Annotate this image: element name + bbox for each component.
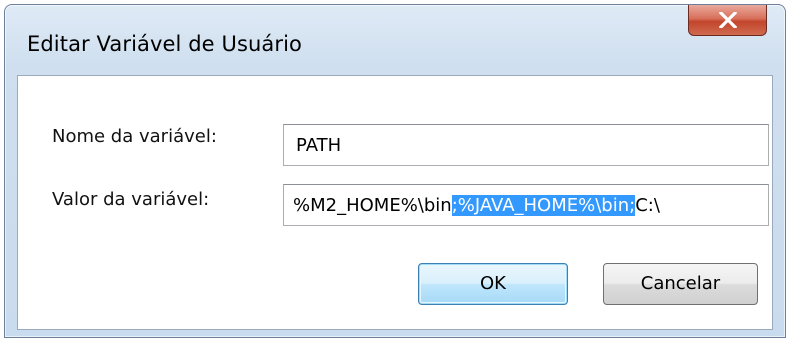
variable-value-label: Valor da variável: [52, 189, 210, 210]
value-selection: ;%JAVA_HOME%\bin; [451, 195, 636, 216]
dialog-body: Nome da variável: PATH Valor da variável… [17, 75, 773, 330]
dialog-title: Editar Variável de Usuário [27, 32, 302, 56]
ok-button[interactable]: OK [418, 263, 568, 305]
value-prefix: %M2_HOME%\bin [293, 195, 452, 216]
close-button[interactable] [688, 5, 767, 36]
cancel-button[interactable]: Cancelar [603, 263, 758, 305]
value-suffix: C:\ [635, 195, 660, 216]
variable-value-input[interactable]: %M2_HOME%\bin;%JAVA_HOME%\bin;C:\ [283, 184, 769, 226]
variable-name-input[interactable]: PATH [283, 124, 769, 166]
close-icon [719, 12, 737, 28]
variable-name-label: Nome da variável: [52, 126, 217, 147]
variable-name-value: PATH [296, 135, 342, 156]
dialog-window: Editar Variável de Usuário Nome da variá… [4, 4, 786, 338]
variable-value-text: %M2_HOME%\bin;%JAVA_HOME%\bin;C:\ [293, 195, 660, 216]
